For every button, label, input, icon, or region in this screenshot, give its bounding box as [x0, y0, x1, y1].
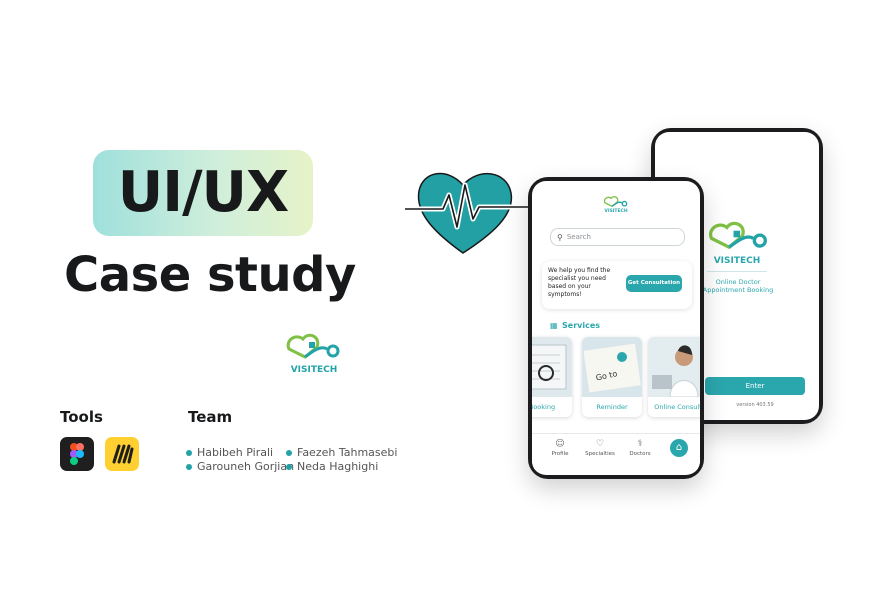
reminder-image: Go to	[582, 337, 642, 397]
stethoscope-icon: ⚕	[637, 439, 643, 449]
heart-icon: ♡	[595, 439, 605, 449]
service-card-online-consult[interactable]: Online Consult	[648, 337, 700, 417]
home-button[interactable]: ⌂	[670, 439, 688, 457]
miro-icon	[105, 437, 139, 471]
search-placeholder: Search	[566, 233, 591, 241]
tools-heading: Tools	[60, 408, 103, 426]
nav-label: Profile	[551, 451, 569, 457]
nav-specialties[interactable]: ♡ Specialties	[582, 439, 618, 457]
service-card-reminder[interactable]: Go to Reminder	[582, 337, 642, 417]
home-icon: ⌂	[675, 442, 683, 453]
visitech-logo	[286, 333, 340, 359]
search-input[interactable]: ⚲ Search	[550, 228, 685, 246]
home-phone: VISITECH ⚲ Search We help you find the s…	[528, 177, 704, 479]
brand-name: VISITECH	[290, 365, 338, 375]
get-consultation-button[interactable]: Get Consultation	[626, 275, 682, 292]
version-text: version 403.59	[736, 402, 774, 408]
team-member: Habibeh Pirali	[186, 446, 273, 459]
service-card-booking[interactable]: Booking	[532, 337, 572, 417]
nav-label: Specialties	[585, 451, 615, 457]
visitech-logo	[603, 196, 628, 208]
services-title: Services	[562, 321, 601, 330]
splash-tagline: Online Doctor Appointment Booking	[702, 278, 774, 294]
calendar-image	[532, 337, 572, 397]
home-brand: VISITECH	[604, 209, 628, 214]
team-member: Garouneh Gorjian	[186, 460, 294, 473]
figma-icon	[60, 437, 94, 471]
service-label: Booking	[532, 403, 556, 411]
search-icon: ⚲	[557, 232, 563, 242]
service-label: Online Consult	[654, 403, 700, 411]
nav-doctors[interactable]: ⚕ Doctors	[622, 439, 658, 457]
nav-profile[interactable]: ☺ Profile	[542, 439, 578, 457]
divider	[707, 271, 767, 272]
team-member: Faezeh Tahmasebi	[286, 446, 397, 459]
visitech-logo	[708, 221, 767, 250]
help-text: We help you find the specialist you need…	[548, 267, 611, 298]
team-member: Neda Haghighi	[286, 460, 378, 473]
enter-button[interactable]: Enter	[705, 377, 805, 395]
heart-pulse-icon	[405, 172, 530, 254]
home-screen: VISITECH ⚲ Search We help you find the s…	[532, 181, 700, 475]
user-icon: ☺	[555, 439, 565, 449]
doctor-image	[648, 337, 700, 397]
hero-subtitle: Case study	[64, 247, 356, 303]
nav-label: Doctors	[629, 451, 651, 457]
team-heading: Team	[188, 408, 233, 426]
hero-title: UI/UX	[117, 160, 289, 225]
grid-icon: ▦	[550, 321, 558, 330]
service-label: Reminder	[596, 403, 628, 411]
